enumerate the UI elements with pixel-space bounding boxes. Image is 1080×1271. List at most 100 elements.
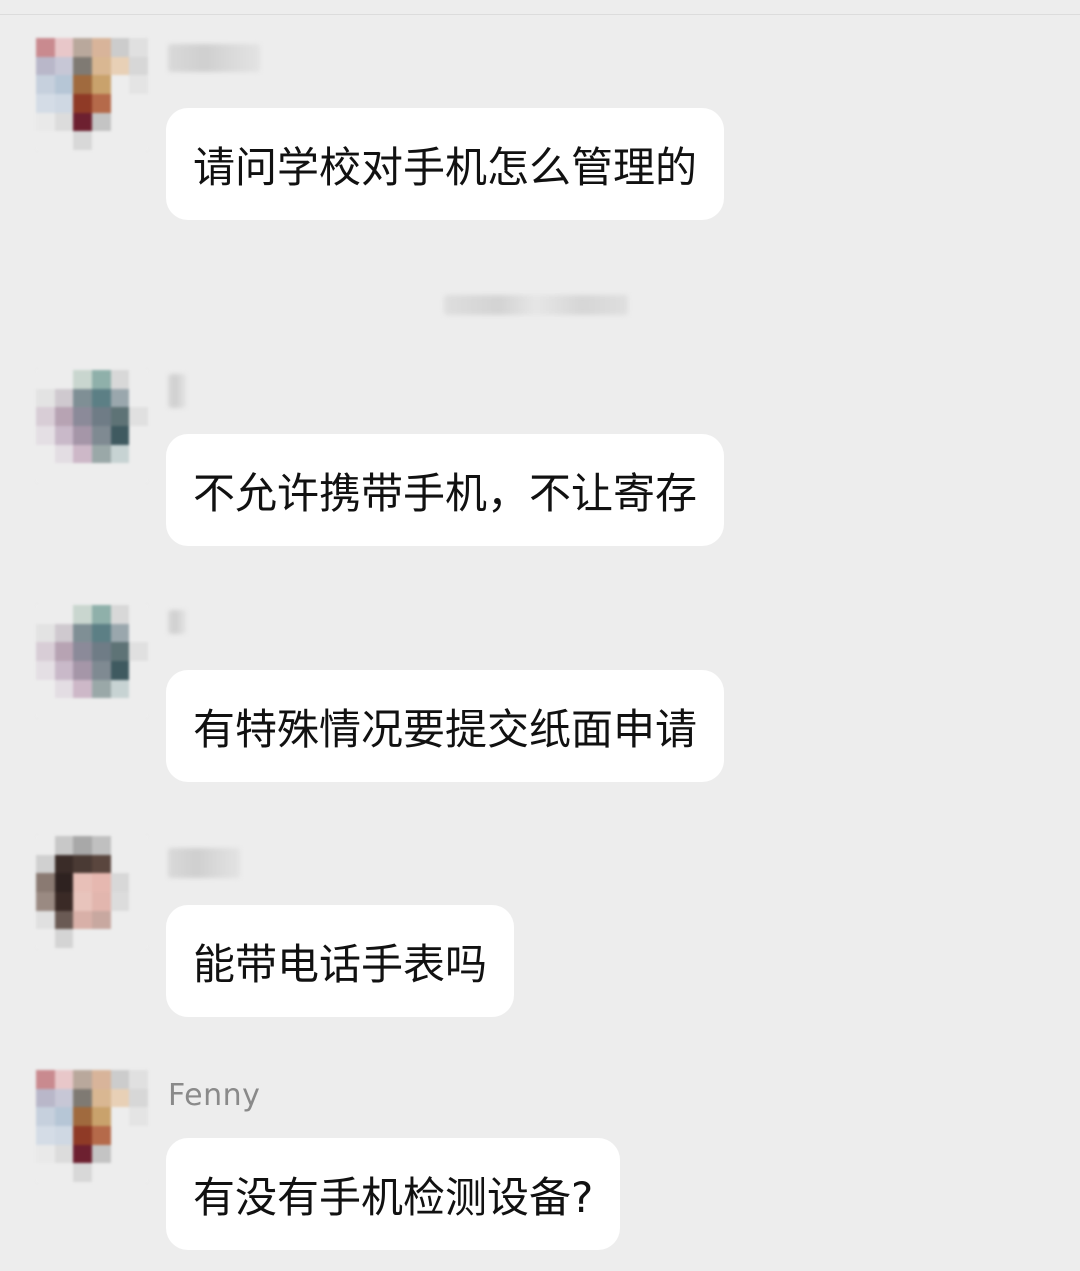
avatar-pixel [129,56,148,76]
avatar-pixel [110,605,130,624]
avatar-pixel [91,75,111,94]
avatar-pixel [91,698,111,717]
avatar-pixel [91,463,111,482]
avatar-pixel [36,444,55,464]
avatar-pixel [110,1163,130,1182]
avatar-pixel [91,1088,111,1108]
message-text: 有特殊情况要提交纸面申请 [193,704,698,754]
avatar-pixel [36,929,55,948]
avatar-pixel [110,407,130,426]
avatar-pixel [129,605,148,624]
avatar-pixel [110,642,130,661]
avatar-pixel [36,679,55,699]
message-text: 不允许携带手机，不让寄存 [193,468,698,518]
sender-name: Fenny [168,1078,261,1113]
message-bubble[interactable]: 请问学校对手机怎么管理的 [166,108,725,220]
avatar-pixel [73,698,92,717]
avatar[interactable] [36,38,148,150]
avatar-pixel [129,75,148,94]
avatar-pixel [54,38,74,57]
avatar-pixel [54,388,74,408]
avatar-pixel [54,93,74,113]
avatar-pixel [36,131,55,150]
avatar-pixel [91,93,111,113]
sender-name [168,374,186,408]
avatar-pixel [129,698,148,717]
avatar-pixel [54,642,74,661]
avatar-pixel [110,854,130,874]
avatar-pixel [91,112,111,132]
avatar-pixel [54,370,74,389]
avatar-pixel [91,623,111,643]
timestamp-divider [444,295,628,315]
avatar-pixel [110,131,130,150]
avatar-pixel [36,605,55,624]
avatar-pixel [36,910,55,930]
avatar-pixel [36,854,55,874]
avatar-pixel [73,56,92,76]
avatar[interactable] [36,370,148,482]
avatar[interactable] [36,605,148,717]
avatar-pixel [73,112,92,132]
avatar-pixel [129,131,148,150]
avatar-pixel [73,407,92,426]
avatar-pixel [73,93,92,113]
avatar-pixel [73,854,92,874]
avatar-pixel [91,38,111,57]
avatar-pixel [54,1107,74,1126]
message-bubble[interactable]: 有没有手机检测设备? [166,1138,621,1250]
avatar-pixel [91,1163,111,1182]
avatar-pixel [54,463,74,482]
avatar-pixel [54,1144,74,1164]
avatar-pixel [129,1070,148,1089]
avatar-pixel [54,1088,74,1108]
avatar-pixel [73,605,92,624]
avatar-pixel [73,836,92,855]
avatar-pixel [110,1107,130,1126]
avatar-pixel [110,873,130,892]
avatar-pixel [36,1125,55,1145]
avatar-pixel [110,1070,130,1089]
avatar-pixel [54,1070,74,1089]
avatar[interactable] [36,1070,148,1182]
avatar-pixel [54,891,74,911]
message-text: 能带电话手表吗 [193,939,488,989]
avatar-pixel [91,642,111,661]
avatar-pixel [36,38,55,57]
avatar-pixel [54,873,74,892]
avatar-pixel [129,1144,148,1164]
avatar-pixel [54,660,74,680]
avatar-pixel [110,1088,130,1108]
avatar-pixel [129,370,148,389]
sender-name [168,44,260,72]
avatar-pixel [36,660,55,680]
avatar-pixel [91,131,111,150]
avatar[interactable] [36,836,148,948]
avatar-pixel [36,623,55,643]
avatar-pixel [73,1125,92,1145]
avatar-pixel [110,56,130,76]
message-bubble[interactable]: 不允许携带手机，不让寄存 [166,434,725,546]
avatar-pixel [129,679,148,699]
avatar-pixel [36,75,55,94]
avatar-pixel [54,444,74,464]
avatar-pixel [54,1125,74,1145]
avatar-pixel [91,1107,111,1126]
avatar-pixel [91,370,111,389]
avatar-pixel [110,444,130,464]
avatar-pixel [129,1125,148,1145]
avatar-pixel [110,388,130,408]
avatar-pixel [73,425,92,445]
avatar-pixel [129,444,148,464]
avatar-pixel [110,1144,130,1164]
message-text: 请问学校对手机怎么管理的 [193,142,698,192]
avatar-pixel [129,623,148,643]
avatar-pixel [129,425,148,445]
avatar-pixel [36,891,55,911]
avatar-pixel [73,1107,92,1126]
avatar-pixel [54,131,74,150]
chat-window: 请问学校对手机怎么管理的 不允许携带手机，不让寄存 有特殊情况要提交纸面申请 能… [0,0,1080,1271]
avatar-pixel [73,370,92,389]
message-bubble[interactable]: 有特殊情况要提交纸面申请 [166,670,725,782]
message-bubble[interactable]: 能带电话手表吗 [166,905,515,1017]
